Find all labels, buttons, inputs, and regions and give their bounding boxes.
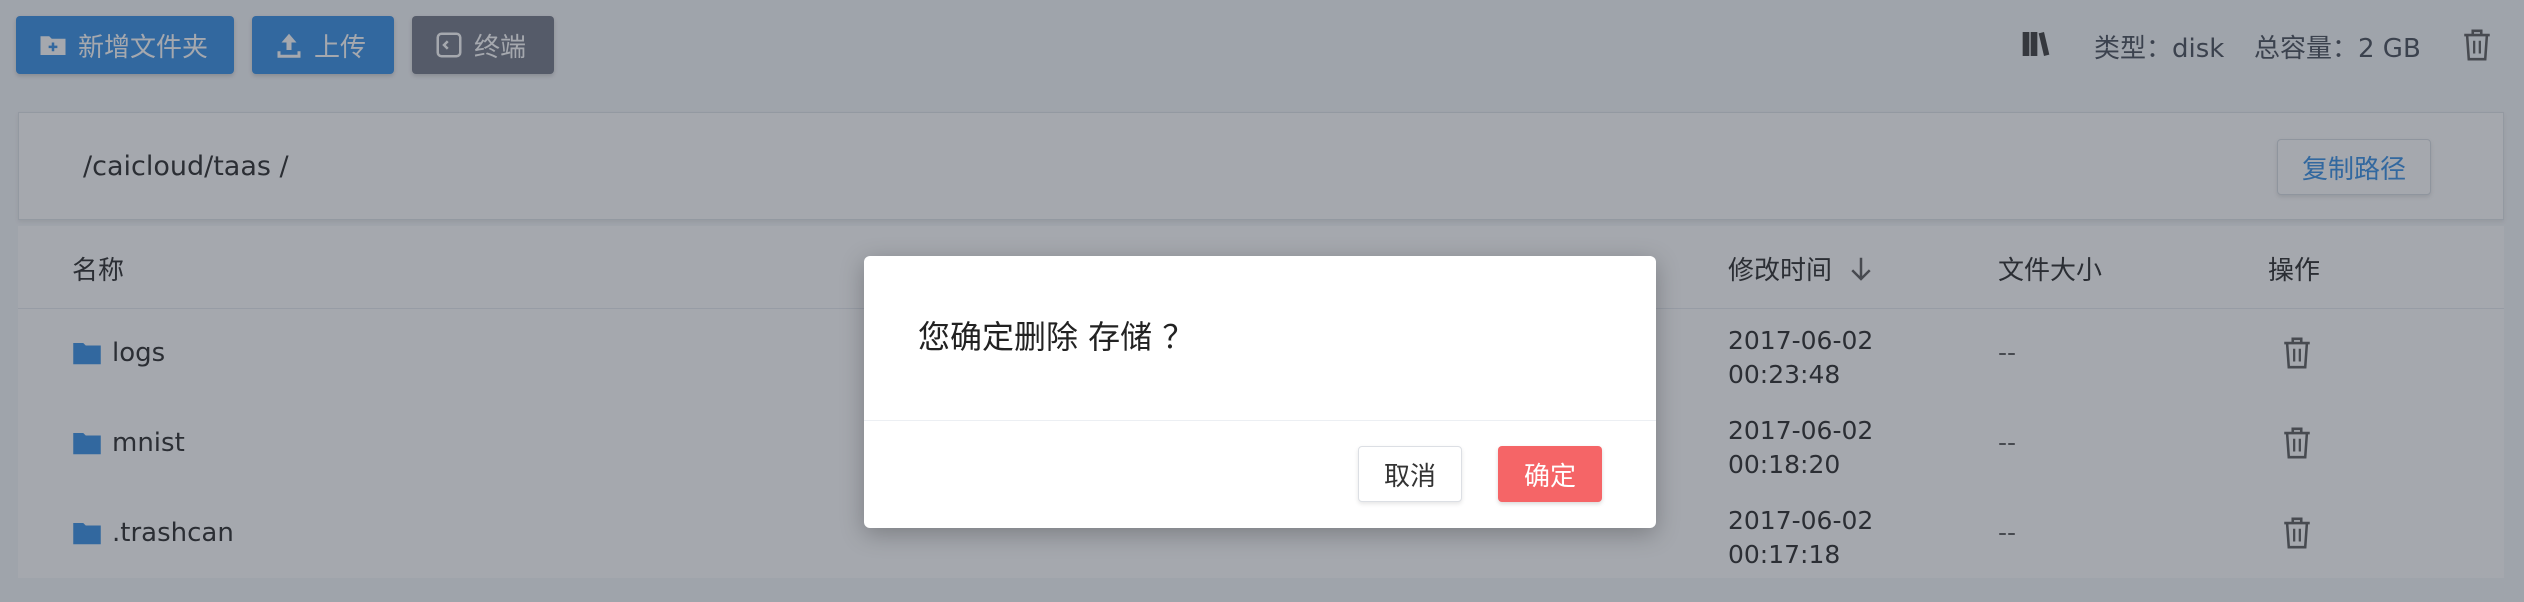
confirm-delete-dialog: 您确定删除 存储 ？ 取消 确定 <box>864 256 1656 528</box>
dialog-divider <box>864 420 1656 421</box>
cancel-button[interactable]: 取消 <box>1358 446 1462 502</box>
dialog-message: 您确定删除 存储 ？ <box>918 318 1195 356</box>
confirm-button[interactable]: 确定 <box>1498 446 1602 502</box>
